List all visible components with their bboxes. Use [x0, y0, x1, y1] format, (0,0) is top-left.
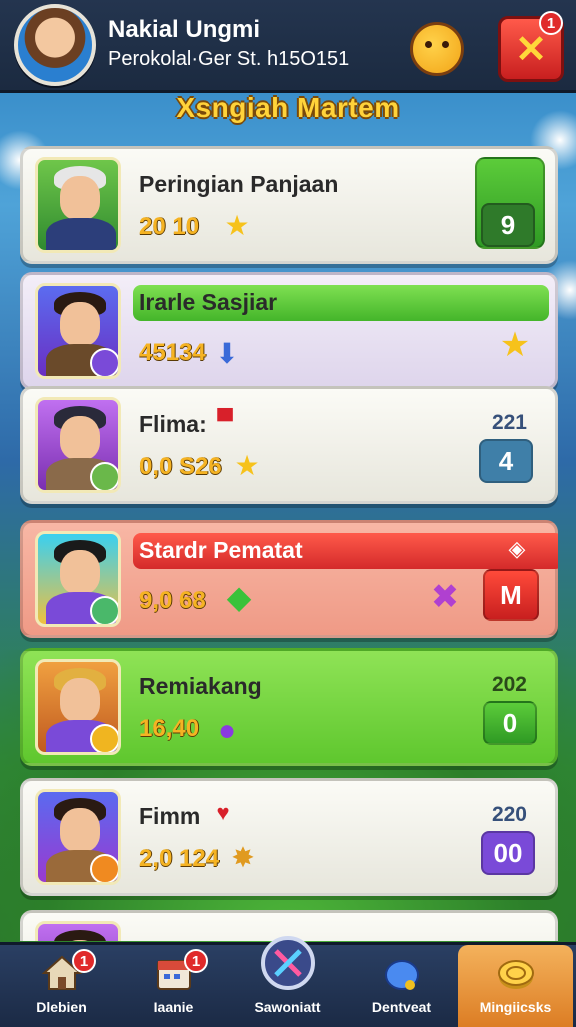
row-name: Flima: [139, 411, 207, 437]
list-item[interactable]: Peringian Panjaan 20 10 ★ 222 9 [20, 146, 558, 264]
nav-home[interactable]: 1 Dlebien [4, 945, 119, 1027]
player-portrait [35, 789, 121, 885]
tag-icon: ◈ [508, 536, 526, 561]
leaderboard-list[interactable]: Peringian Panjaan 20 10 ★ 222 9 Irarle S… [20, 146, 558, 941]
row-name: Fimm [139, 803, 201, 829]
row-rank-value[interactable]: 0 [483, 701, 537, 745]
row-score: 16,40 [139, 715, 200, 742]
nav-coins[interactable]: Mingiicsks [458, 945, 573, 1027]
blue-blob-icon [385, 960, 419, 990]
player-avatar[interactable] [14, 4, 96, 86]
nav-label: Dentveat [371, 999, 432, 1015]
nav-label: Mingiicsks [479, 999, 552, 1015]
versus-icon [261, 936, 315, 990]
row-name: Peringian Panjaan [139, 171, 339, 197]
heart-badge-icon: ♥ [216, 800, 230, 825]
nav-label: Iaanie [153, 999, 194, 1015]
nav-badge: 1 [184, 949, 208, 973]
star-icon: ★ [234, 449, 260, 481]
row-score: 9,0 68 [139, 587, 206, 614]
player-name: Nakial Ungmi [108, 16, 261, 43]
player-portrait [35, 157, 121, 253]
list-item[interactable]: Stardr Pematat ◈ 9,0 68 ◆ ✖ M [20, 520, 558, 638]
nav-badge: 1 [72, 949, 96, 973]
player-portrait [35, 283, 121, 379]
gold-coin-icon [498, 960, 534, 989]
row-score: 45134 [139, 339, 206, 366]
row-score: 0,0 S26 [139, 453, 222, 480]
list-item[interactable]: Remiakang 16,40 ● 202 0 [20, 648, 558, 766]
row-name: Irarle Sasjiar [139, 289, 278, 315]
row-score: 20 10 [139, 213, 200, 240]
player-portrait [35, 531, 121, 627]
row-rank-label: 202 [491, 673, 527, 696]
list-item[interactable]: Flima: ▀ 0,0 S26 ★ 221 4 [20, 386, 558, 504]
row-rank-value: 9 [481, 203, 535, 247]
arrow-down-icon: ⬇ [215, 337, 239, 369]
row-name: Remiakang [139, 673, 262, 699]
list-item[interactable]: Fimm ♥ 2,0 124 ✸ 220 00 [20, 778, 558, 896]
top-bar: Nakial Ungmi Perokolal·Ger St. h15O151 ✕… [0, 0, 576, 93]
player-portrait [35, 921, 121, 941]
mascot-icon[interactable] [410, 22, 464, 76]
star-icon[interactable]: ★ [499, 326, 531, 364]
close-icon: ✕ [515, 28, 547, 71]
row-action-button[interactable]: M [483, 569, 539, 621]
bottom-nav: 1 Dlebien 1 Iaanie Sawoniatt Dentveat Mi… [0, 936, 576, 1027]
gold-badge-icon: ✸ [231, 841, 255, 873]
nav-calendar[interactable]: 1 Iaanie [116, 945, 231, 1027]
purple-coin-icon: ● [217, 714, 237, 747]
player-portrait [35, 397, 121, 493]
green-gem-icon: ◆ [226, 579, 252, 615]
notification-badge: 1 [539, 11, 563, 35]
star-icon: ★ [224, 209, 250, 241]
player-portrait [35, 659, 121, 755]
nav-versus[interactable]: Sawoniatt [230, 936, 345, 1027]
nav-label: Dlebien [36, 999, 87, 1015]
row-name: Stardr Pematat [139, 537, 303, 563]
chest-icon: ▀ [217, 408, 233, 433]
close-button[interactable]: ✕ 1 [498, 11, 564, 82]
row-rank-label: 220 [491, 803, 527, 826]
screen-title: Xsngiah Martem [176, 92, 400, 123]
row-score: 2,0 124 [139, 845, 220, 872]
row-rank-label: 221 [491, 411, 527, 434]
row-rank-value[interactable]: 4 [479, 439, 533, 483]
nav-blob[interactable]: Dentveat [344, 945, 459, 1027]
nav-label: Sawoniatt [254, 999, 321, 1015]
row-rank-value[interactable]: 00 [481, 831, 535, 875]
player-subtitle: Perokolal·Ger St. h15O151 [108, 48, 350, 70]
cross-swords-icon[interactable]: ✖ [429, 578, 461, 616]
list-item[interactable]: Irarle Sasjiar 45134 ⬇ ★ [20, 272, 558, 390]
